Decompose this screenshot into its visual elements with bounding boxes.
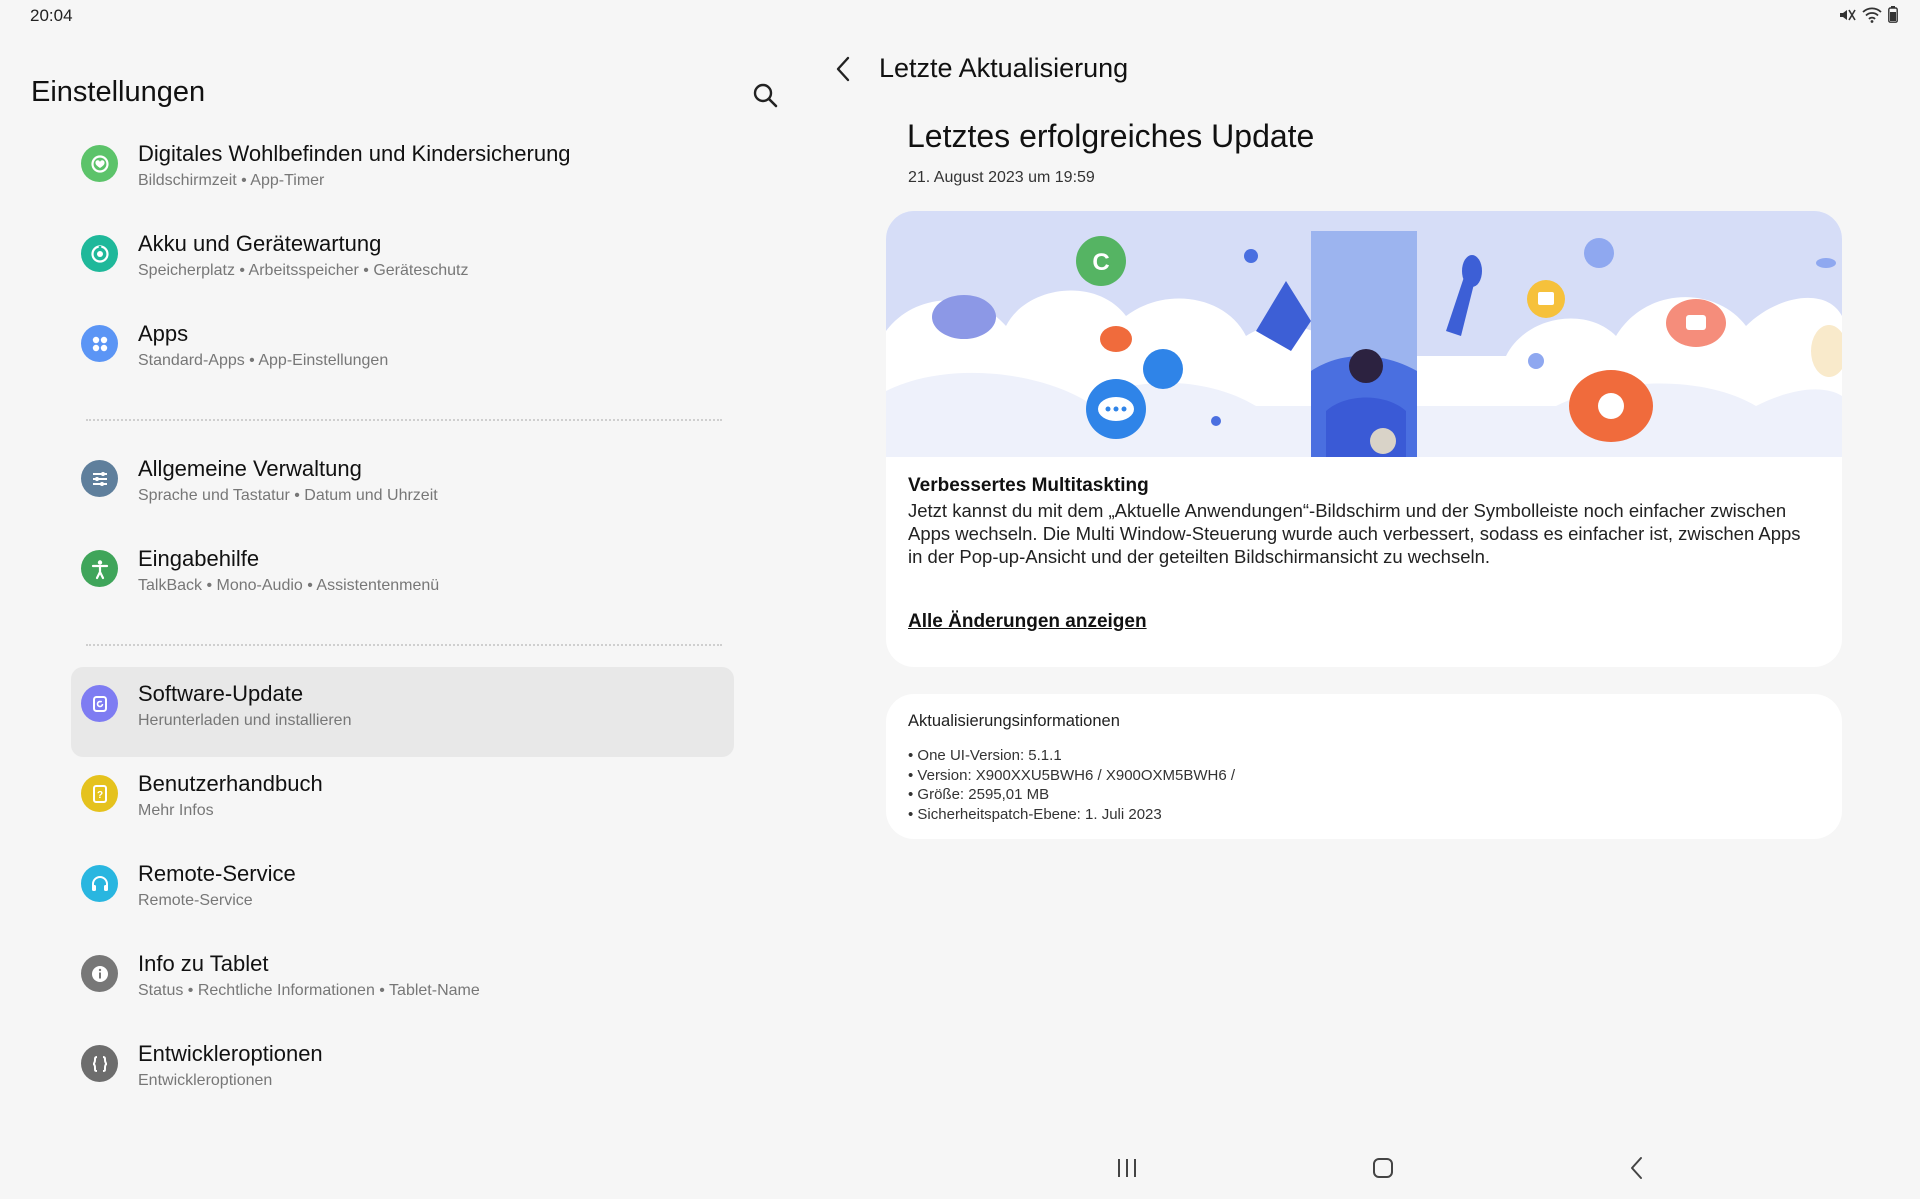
settings-item-about-tablet[interactable]: Info zu Tablet Status • Rechtliche Inform…: [71, 937, 734, 1027]
feature-description: Jetzt kannst du mit dem „Aktuelle Anwend…: [908, 500, 1801, 567]
info-list: • One UI-Version: 5.1.1 • Version: X900X…: [908, 746, 1235, 824]
settings-item-subtitle: Sprache und Tastatur • Datum und Uhrzeit: [138, 487, 438, 505]
info-item-ui-version: • One UI-Version: 5.1.1: [908, 747, 1062, 764]
device-care-icon: [81, 235, 118, 272]
developer-braces-icon: [81, 1045, 118, 1082]
info-item-version: • Version: X900XXU5BWH6 / X900OXM5BWH6 /: [908, 766, 1236, 784]
info-item-security-patch: • Sicherheitspatch-Ebene: 1. Juli 2023: [908, 805, 1162, 823]
update-info-card: Aktualisierungsinformationen • One UI-Ve…: [886, 694, 1842, 839]
divider: [71, 397, 734, 442]
home-button[interactable]: [1366, 1150, 1400, 1186]
accessibility-icon: [81, 550, 118, 587]
page-title: Letzte Aktualisierung: [879, 53, 1129, 83]
settings-item-subtitle: Standard-Apps • App-Einstellungen: [138, 352, 389, 370]
search-button[interactable]: [748, 78, 782, 112]
settings-item-user-manual[interactable]: ? Benutzerhandbuch Mehr Infos: [71, 757, 734, 847]
multitasking-illustration: C: [886, 211, 1842, 457]
settings-item-subtitle: TalkBack • Mono-Audio • Assistentenmenü: [138, 577, 440, 595]
settings-item-subtitle: Status • Rechtliche Informationen • Tabl…: [138, 982, 480, 1000]
settings-item-title: Digitales Wohlbefinden und Kindersicheru…: [138, 141, 571, 166]
apps-icon: [81, 325, 118, 362]
settings-item-wellbeing[interactable]: Digitales Wohlbefinden und Kindersicheru…: [71, 127, 734, 217]
wellbeing-icon: [81, 145, 118, 182]
divider: [71, 622, 734, 667]
user-manual-icon: ?: [81, 775, 118, 812]
home-icon: [1373, 1158, 1393, 1178]
feature-title: Verbessertes Multitaskting: [908, 475, 1149, 496]
settings-item-subtitle: Speicherplatz • Arbeitsspeicher • Geräte…: [138, 262, 469, 280]
settings-item-title: Allgemeine Verwaltung: [138, 456, 362, 481]
settings-item-subtitle: Herunterladen und installieren: [138, 712, 352, 730]
recents-button[interactable]: [1110, 1150, 1144, 1186]
settings-item-apps[interactable]: Apps Standard-Apps • App-Einstellungen: [71, 307, 734, 397]
settings-item-remote-service[interactable]: Remote-Service Remote-Service: [71, 847, 734, 937]
settings-item-title: Akku und Gerätewartung: [138, 231, 382, 256]
back-arrow-icon: [836, 56, 850, 82]
settings-item-title: Entwickleroptionen: [138, 1041, 323, 1066]
settings-item-subtitle: Remote-Service: [138, 892, 253, 910]
settings-item-subtitle: Entwickleroptionen: [138, 1072, 273, 1090]
settings-item-title: Remote-Service: [138, 861, 296, 886]
software-update-icon: [81, 685, 118, 722]
settings-item-developer-options[interactable]: Entwickleroptionen Entwickleroptionen: [71, 1027, 734, 1117]
wifi-icon: [1862, 7, 1882, 23]
update-card: C Verbessertes Multitaskting Jetzt kanns…: [886, 211, 1842, 667]
status-time: 20:04: [30, 6, 73, 25]
settings-item-accessibility[interactable]: Eingabehilfe TalkBack • Mono-Audio • Assi…: [71, 532, 734, 622]
back-button[interactable]: [826, 52, 860, 86]
recents-icon: [1118, 1159, 1136, 1177]
settings-item-software-update[interactable]: Software-Update Herunterladen und install…: [71, 667, 734, 757]
mute-icon: [1840, 9, 1856, 20]
settings-item-title: Eingabehilfe: [138, 546, 260, 571]
settings-item-general-management[interactable]: Allgemeine Verwaltung Sprache und Tastatu…: [71, 442, 734, 532]
settings-item-title: Software-Update: [138, 681, 304, 706]
status-icons: [1838, 6, 1898, 23]
headset-icon: [81, 865, 118, 902]
settings-item-title: Benutzerhandbuch: [138, 771, 323, 796]
back-icon: [1631, 1157, 1642, 1179]
settings-title: Einstellungen: [31, 76, 206, 108]
settings-item-subtitle: Bildschirmzeit • App-Timer: [138, 172, 325, 190]
settings-item-subtitle: Mehr Infos: [138, 802, 214, 820]
info-title: Aktualisierungsinformationen: [908, 712, 1120, 730]
update-date: 21. August 2023 um 19:59: [908, 169, 1095, 186]
all-changes-link[interactable]: Alle Änderungen anzeigen: [908, 611, 1147, 633]
settings-list: Digitales Wohlbefinden und Kindersicheru…: [71, 127, 734, 1117]
update-heading: Letztes erfolgreiches Update: [907, 118, 1315, 154]
settings-item-device-care[interactable]: Akku und Gerätewartung Speicherplatz • Ar…: [71, 217, 734, 307]
info-item-size: • Größe: 2595,01 MB: [908, 786, 1050, 803]
svg-text:C: C: [1092, 249, 1109, 276]
settings-item-title: Apps: [138, 321, 189, 346]
search-icon: [753, 83, 778, 108]
battery-icon: [1888, 6, 1898, 23]
info-icon: [81, 955, 118, 992]
nav-back-button[interactable]: [1620, 1150, 1654, 1186]
sliders-icon: [81, 460, 118, 497]
settings-item-title: Info zu Tablet: [138, 951, 269, 976]
svg-text:?: ?: [96, 790, 102, 801]
